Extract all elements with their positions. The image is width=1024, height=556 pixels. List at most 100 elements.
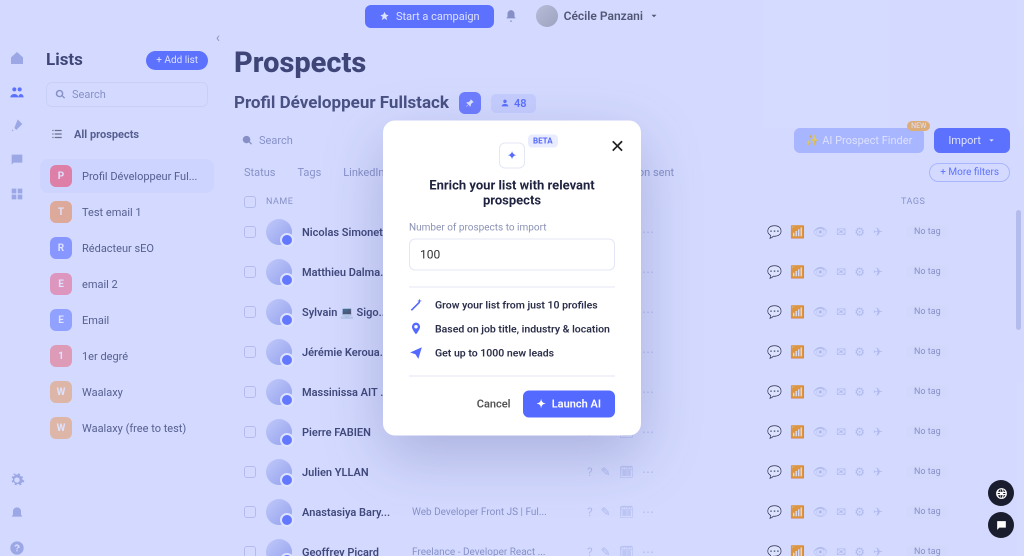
- action-icon[interactable]: ✉: [836, 545, 846, 556]
- action-icon[interactable]: ⚙: [854, 385, 865, 399]
- sidebar-item[interactable]: Eemail 2: [40, 267, 214, 301]
- action-icon[interactable]: ⚙: [854, 305, 865, 319]
- launch-ai-button[interactable]: ✦ Launch AI: [523, 391, 615, 418]
- action-icon[interactable]: 📶: [790, 225, 805, 239]
- action-icon[interactable]: ?: [587, 545, 593, 556]
- action-icon[interactable]: ✉: [836, 505, 846, 519]
- action-icon[interactable]: ⋯: [642, 305, 654, 319]
- row-checkbox[interactable]: [244, 386, 256, 398]
- chat-icon[interactable]: [9, 152, 25, 168]
- row-checkbox[interactable]: [244, 426, 256, 438]
- action-icon[interactable]: 📶: [790, 425, 805, 439]
- action-icon[interactable]: 📶: [790, 345, 805, 359]
- help-icon[interactable]: [9, 540, 25, 556]
- add-list-button[interactable]: + Add list: [146, 51, 208, 70]
- sidebar-item[interactable]: 11er degré: [40, 339, 214, 373]
- action-icon[interactable]: ⋯: [642, 425, 654, 439]
- action-icon[interactable]: ⋯: [642, 345, 654, 359]
- home-icon[interactable]: [9, 50, 25, 66]
- action-icon[interactable]: ⚙: [854, 225, 865, 239]
- action-icon[interactable]: ⋯: [642, 505, 654, 519]
- action-icon[interactable]: ⋯: [642, 385, 654, 399]
- action-icon[interactable]: ⚙: [854, 545, 865, 556]
- action-icon[interactable]: 📶: [790, 545, 805, 556]
- scrollbar[interactable]: [1016, 210, 1022, 510]
- action-icon[interactable]: ✈: [873, 345, 883, 359]
- table-row[interactable]: Julien YLLAN ?✎🗓⋯ 💬📶👁✉⚙✈ No tag: [234, 452, 1010, 492]
- action-icon[interactable]: ✈: [873, 225, 883, 239]
- filter-tags[interactable]: Tags: [297, 166, 321, 179]
- chat-fab[interactable]: [988, 512, 1014, 538]
- action-icon[interactable]: ✉: [836, 425, 846, 439]
- action-icon[interactable]: ⚙: [854, 425, 865, 439]
- action-icon[interactable]: ⋯: [642, 545, 654, 556]
- action-icon[interactable]: 💬: [767, 305, 782, 319]
- tag-badge[interactable]: No tag: [907, 505, 948, 519]
- ai-prospect-finder-button[interactable]: NEW ✨ AI Prospect Finder: [794, 128, 925, 153]
- action-icon[interactable]: ⋯: [642, 265, 654, 279]
- user-menu[interactable]: Cécile Panzani: [536, 5, 659, 27]
- row-checkbox[interactable]: [244, 546, 256, 556]
- action-icon[interactable]: ⚙: [854, 265, 865, 279]
- start-campaign-button[interactable]: Start a campaign: [365, 5, 494, 28]
- action-icon[interactable]: ✉: [836, 345, 846, 359]
- action-icon[interactable]: 👁: [813, 385, 828, 399]
- sidebar-item[interactable]: WWaalaxy: [40, 375, 214, 409]
- tag-badge[interactable]: No tag: [907, 345, 948, 359]
- translate-fab[interactable]: [988, 480, 1014, 506]
- action-icon[interactable]: 👁: [813, 265, 828, 279]
- row-checkbox[interactable]: [244, 226, 256, 238]
- action-icon[interactable]: ✎: [601, 545, 611, 556]
- action-icon[interactable]: ✉: [836, 305, 846, 319]
- action-icon[interactable]: 🗓: [619, 545, 634, 556]
- row-checkbox[interactable]: [244, 506, 256, 518]
- table-row[interactable]: Geoffrey Picard Freelance - Developer Re…: [234, 532, 1010, 556]
- tag-badge[interactable]: No tag: [907, 545, 948, 556]
- action-icon[interactable]: ✉: [836, 465, 846, 479]
- action-icon[interactable]: ✈: [873, 305, 883, 319]
- sidebar-item[interactable]: TTest email 1: [40, 195, 214, 229]
- action-icon[interactable]: ✎: [601, 505, 611, 519]
- action-icon[interactable]: 💬: [767, 265, 782, 279]
- sidebar-search[interactable]: Search: [46, 82, 208, 107]
- action-icon[interactable]: 🗓: [619, 505, 634, 519]
- action-icon[interactable]: 📶: [790, 265, 805, 279]
- select-all-checkbox[interactable]: [244, 196, 256, 208]
- table-row[interactable]: Anastasiya Bary... Web Developer Front J…: [234, 492, 1010, 532]
- action-icon[interactable]: ✈: [873, 425, 883, 439]
- action-icon[interactable]: 💬: [767, 505, 782, 519]
- row-checkbox[interactable]: [244, 266, 256, 278]
- grid-icon[interactable]: [9, 186, 25, 202]
- action-icon[interactable]: ✉: [836, 385, 846, 399]
- row-checkbox[interactable]: [244, 346, 256, 358]
- action-icon[interactable]: 📶: [790, 505, 805, 519]
- row-checkbox[interactable]: [244, 466, 256, 478]
- tag-badge[interactable]: No tag: [907, 225, 948, 239]
- sidebar-item[interactable]: PProfil Développeur Ful...: [40, 159, 214, 193]
- sidebar-item[interactable]: EEmail: [40, 303, 214, 337]
- action-icon[interactable]: 📶: [790, 465, 805, 479]
- tag-badge[interactable]: No tag: [907, 265, 948, 279]
- tag-badge[interactable]: No tag: [907, 465, 948, 479]
- row-checkbox[interactable]: [244, 306, 256, 318]
- action-icon[interactable]: 💬: [767, 465, 782, 479]
- action-icon[interactable]: ⚙: [854, 465, 865, 479]
- sidebar-item[interactable]: RRédacteur sEO: [40, 231, 214, 265]
- pin-button[interactable]: [459, 92, 481, 114]
- bell-nav-icon[interactable]: [9, 506, 25, 522]
- action-icon[interactable]: ?: [587, 465, 593, 479]
- action-icon[interactable]: ✈: [873, 265, 883, 279]
- all-prospects-item[interactable]: All prospects: [40, 121, 214, 147]
- tag-badge[interactable]: No tag: [907, 305, 948, 319]
- action-icon[interactable]: 👁: [813, 305, 828, 319]
- action-icon[interactable]: ✈: [873, 505, 883, 519]
- people-icon[interactable]: [9, 84, 25, 100]
- cancel-button[interactable]: Cancel: [477, 398, 511, 411]
- action-icon[interactable]: 📶: [790, 305, 805, 319]
- action-icon[interactable]: 💬: [767, 385, 782, 399]
- tag-badge[interactable]: No tag: [907, 385, 948, 399]
- sidebar-item[interactable]: WWaalaxy (free to test): [40, 411, 214, 445]
- action-icon[interactable]: ⋯: [642, 225, 654, 239]
- action-icon[interactable]: 💬: [767, 545, 782, 556]
- action-icon[interactable]: ⚙: [854, 345, 865, 359]
